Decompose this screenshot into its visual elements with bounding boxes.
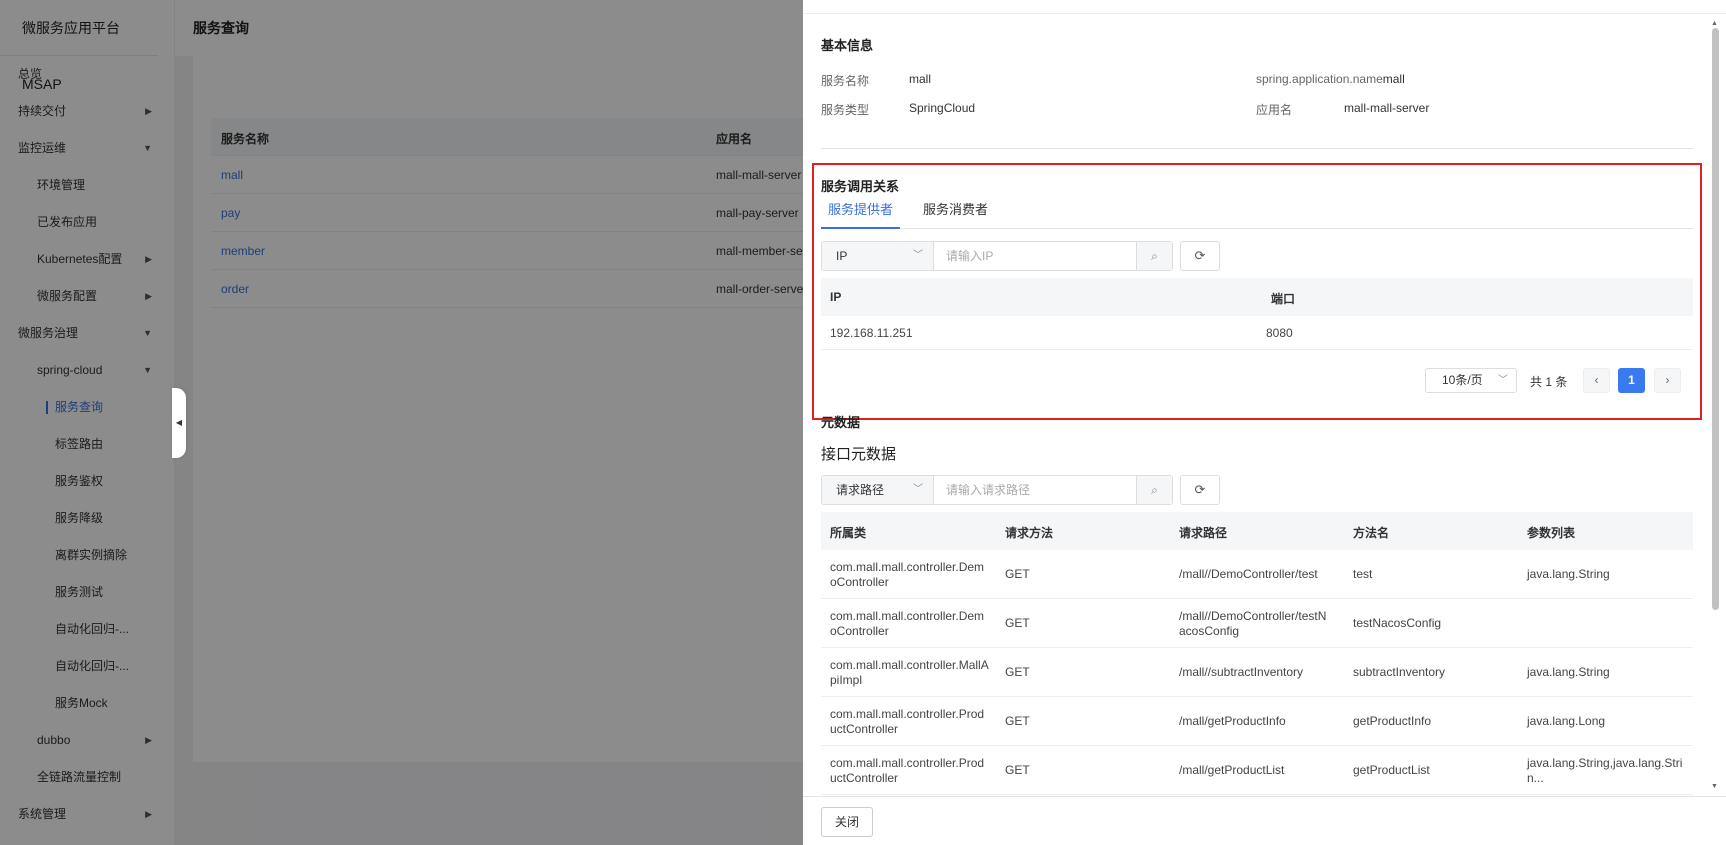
scroll-up-icon[interactable]: ▲ (1711, 20, 1718, 27)
column-header-method-name: 方法名 (1353, 526, 1390, 540)
path-search-input[interactable]: 请输入请求路径 (946, 476, 1030, 504)
spring-app-name-label: spring.application.namemall (1256, 72, 1405, 86)
sidebar-collapse-icon[interactable]: ◀ (172, 388, 186, 458)
drawer-footer: 关闭 (803, 796, 1726, 845)
drawer-top-divider (803, 13, 1726, 14)
drawer-overlay[interactable] (0, 0, 803, 845)
path-cell: /mall//subtractInventory (1179, 665, 1304, 679)
refresh-icon: ⟳ (1194, 482, 1206, 497)
app-name-value: mall-mall-server (1344, 101, 1430, 115)
path-filter-select[interactable]: 请求路径 ﹀ (822, 476, 934, 504)
service-name-label: 服务名称 (821, 74, 870, 88)
column-header-method: 请求方法 (1005, 526, 1054, 540)
class-cell: com.mall.mall.controller.MallApiImpl (830, 658, 989, 687)
table-row: com.mall.mall.controller.DemoController G… (821, 599, 1693, 648)
class-cell: com.mall.mall.controller.DemoController (830, 560, 985, 589)
section-divider (821, 148, 1693, 149)
column-header-params: 参数列表 (1527, 526, 1576, 540)
class-cell: com.mall.mall.controller.ProductControll… (830, 756, 985, 785)
params-cell: java.lang.String (1527, 567, 1610, 581)
chevron-down-icon: ﹀ (913, 484, 923, 495)
path-cell: /mall/getProductInfo (1179, 714, 1286, 728)
column-header-path: 请求路径 (1179, 526, 1228, 540)
path-cell: /mall//DemoController/testNacosConfig (1179, 609, 1327, 638)
spring-app-name-value: mall (1382, 72, 1405, 86)
class-cell: com.mall.mall.controller.ProductControll… (830, 707, 985, 736)
drawer-scrollbar[interactable] (1712, 28, 1719, 610)
highlight-box (812, 163, 1702, 420)
method-name-cell: getProductList (1353, 763, 1430, 777)
service-name-value: mall (909, 72, 932, 86)
metadata-title: 元数据 (821, 415, 861, 430)
app-name-label: 应用名 (1256, 103, 1293, 117)
method-cell: GET (1005, 763, 1030, 777)
basic-info-title: 基本信息 (821, 38, 874, 53)
method-cell: GET (1005, 714, 1030, 728)
refresh-button[interactable]: ⟳ (1180, 475, 1220, 505)
interface-metadata-title: 接口元数据 (821, 446, 897, 463)
params-cell: java.lang.String (1527, 665, 1610, 679)
method-cell: GET (1005, 616, 1030, 630)
service-type-value: SpringCloud (909, 101, 976, 115)
close-button[interactable]: 关闭 (821, 807, 873, 837)
spring-app-name-key: spring.application.name (1256, 72, 1383, 86)
table-row: com.mall.mall.controller.ProductControll… (821, 697, 1693, 746)
metadata-table-header: 所属类 请求方法 请求路径 方法名 参数列表 (821, 512, 1693, 550)
service-type-label: 服务类型 (821, 103, 870, 117)
method-name-cell: getProductInfo (1353, 714, 1432, 728)
method-name-cell: testNacosConfig (1353, 616, 1442, 630)
params-cell: java.lang.Long (1527, 714, 1606, 728)
table-row: com.mall.mall.controller.MallApiImpl GET /… (821, 648, 1693, 697)
method-name-cell: test (1353, 567, 1373, 581)
path-cell: /mall/getProductList (1179, 763, 1285, 777)
search-icon[interactable]: ⌕ (1136, 476, 1172, 504)
params-cell: java.lang.String,java.lang.Strin... (1527, 756, 1683, 785)
path-cell: /mall//DemoController/test (1179, 567, 1318, 581)
method-cell: GET (1005, 665, 1030, 679)
path-filter-select-value: 请求路径 (836, 483, 885, 497)
scroll-down-icon[interactable]: ▼ (1711, 783, 1718, 790)
method-cell: GET (1005, 567, 1030, 581)
method-name-cell: subtractInventory (1353, 665, 1446, 679)
path-filter: 请求路径 ﹀ 请输入请求路径 ⌕ (821, 475, 1173, 505)
class-cell: com.mall.mall.controller.DemoController (830, 609, 985, 638)
table-row: com.mall.mall.controller.ProductControll… (821, 746, 1693, 795)
service-detail-drawer: ▲ ▼ 基本信息 服务名称 mall spring.application.na… (803, 0, 1726, 845)
table-row: com.mall.mall.controller.DemoController G… (821, 550, 1693, 599)
column-header-class: 所属类 (830, 526, 867, 540)
